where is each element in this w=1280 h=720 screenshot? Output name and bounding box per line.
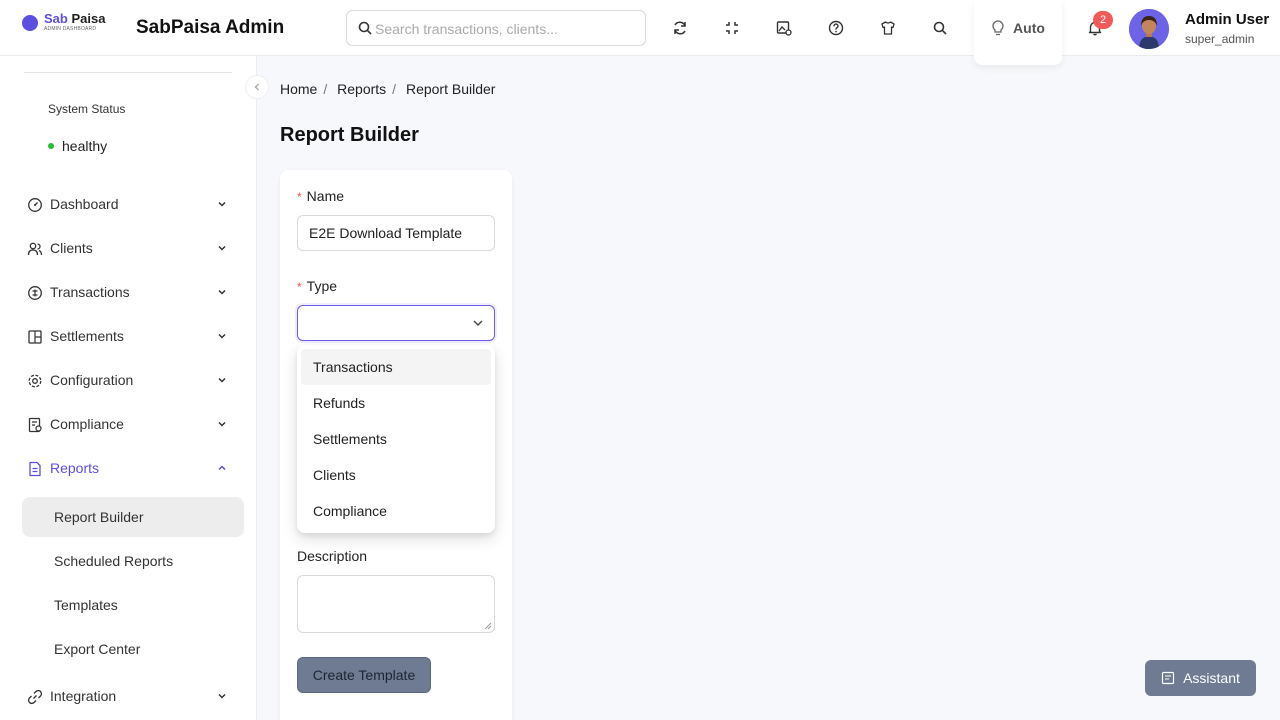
fullscreen-icon[interactable] [722,18,742,38]
type-option-refunds[interactable]: Refunds [301,385,491,421]
chevron-down-icon [218,333,226,339]
chevron-down-icon [218,245,226,251]
sidebar-subitem-report-builder[interactable]: Report Builder [22,497,244,537]
chevron-down-icon [218,693,226,699]
type-option-transactions[interactable]: Transactions [301,349,491,385]
shirt-icon[interactable] [878,18,898,38]
app-title: SabPaisa Admin [136,17,285,38]
transactions-icon [28,286,42,300]
sidebar-subitem-scheduled-reports[interactable]: Scheduled Reports [22,541,244,581]
breadcrumb-reports[interactable]: Reports [337,81,386,97]
user-role: super_admin [1185,32,1255,46]
gear-icon [28,374,42,388]
chevron-up-icon [218,465,226,471]
page-title: Report Builder [280,124,419,146]
type-option-clients[interactable]: Clients [301,457,491,493]
search-icon [358,21,372,35]
chevron-left-icon [254,83,259,91]
logo[interactable]: Sab Paisa ADMIN DASHBOARD [22,12,105,32]
sidebar-subitem-export-center[interactable]: Export Center [22,629,244,669]
chevron-down-icon [218,421,226,427]
image-settings-icon[interactable] [774,18,794,38]
system-status-value: healthy [62,138,108,154]
robot-icon [1161,671,1175,685]
sidebar-subitem-label: Scheduled Reports [54,553,174,569]
type-label-text: Type [306,278,338,294]
name-field[interactable]: E2E Download Template [297,215,495,251]
logo-text-sab: Sab [44,11,68,26]
sidebar-item-integration[interactable]: Integration [24,677,234,717]
type-option-settlements[interactable]: Settlements [301,421,491,457]
name-label: * Name [297,188,344,204]
logo-mark-icon [22,15,38,31]
sidebar-item-configuration[interactable]: Configuration [24,361,234,401]
chevron-down-icon [473,320,483,326]
user-name: Admin User [1185,11,1270,28]
sidebar-item-clients[interactable]: Clients [24,229,234,269]
sidebar-item-label: Settlements [50,328,124,344]
type-option-compliance[interactable]: Compliance [301,493,491,529]
breadcrumb-home[interactable]: Home [280,81,317,97]
sidebar-item-dashboard[interactable]: Dashboard [24,185,234,225]
type-select[interactable] [297,305,495,341]
sidebar-item-label: Integration [50,688,117,704]
assistant-label: Assistant [1183,670,1240,686]
description-field[interactable] [297,575,495,633]
chevron-down-icon [218,201,226,207]
refresh-icon[interactable] [670,18,690,38]
avatar[interactable] [1129,9,1169,49]
sidebar-item-label: Dashboard [50,196,119,212]
breadcrumb-separator: / [392,81,397,97]
sidebar-divider [24,72,232,73]
status-dot [48,143,54,149]
bulb-icon [992,19,1004,35]
create-template-button[interactable]: Create Template [297,657,431,693]
sidebar-subitem-templates[interactable]: Templates [22,585,244,625]
top-header: Sab Paisa ADMIN DASHBOARD SabPaisa Admin… [0,0,1280,65]
global-search[interactable] [346,10,646,46]
type-label: * Type [297,278,337,294]
chevron-down-icon [218,377,226,383]
sidebar-item-label: Transactions [50,284,130,300]
theme-label: Auto [1013,19,1045,36]
report-icon [29,461,41,477]
sidebar-subitem-label: Report Builder [54,509,144,525]
required-marker: * [297,190,302,204]
logo-subtitle: ADMIN DASHBOARD [44,26,97,32]
users-icon [27,242,43,256]
integration-icon [27,689,43,705]
breadcrumb-separator: / [323,81,328,97]
description-label: Description [297,548,368,564]
sidebar-item-label: Compliance [50,416,124,432]
compliance-icon [28,417,42,433]
chevron-down-icon [218,289,226,295]
search-icon[interactable] [930,18,950,38]
name-label-text: Name [306,188,345,204]
sidebar-item-settlements[interactable]: Settlements [24,317,234,357]
settlements-icon [28,330,42,344]
sidebar-collapse-button[interactable] [245,75,269,99]
sidebar-subitem-label: Export Center [54,641,141,657]
sidebar-item-label: Configuration [50,372,134,388]
breadcrumb: Home / Reports / Report Builder [280,81,501,97]
sidebar-item-compliance[interactable]: Compliance [24,405,234,445]
breadcrumb-current: Report Builder [405,81,496,97]
help-icon[interactable] [826,18,846,38]
sidebar-subitem-label: Templates [54,597,118,613]
required-marker: * [297,280,302,294]
sidebar: System Status healthy Dashboard Clients … [0,56,257,720]
system-status-label: System Status [48,102,126,116]
logo-text-paisa: Paisa [71,11,106,26]
sidebar-item-label: Reports [50,460,100,476]
sidebar-item-reports[interactable]: Reports [24,449,234,489]
sidebar-item-transactions[interactable]: Transactions [24,273,234,313]
notification-badge: 2 [1093,11,1113,29]
resize-handle-icon[interactable] [484,622,492,630]
type-dropdown-menu: Transactions Refunds Settlements Clients… [297,345,495,533]
assistant-button[interactable]: Assistant [1145,660,1256,696]
sidebar-item-label: Clients [50,240,93,256]
dashboard-icon [28,198,42,212]
theme-toggle[interactable]: Auto [974,0,1062,65]
search-input[interactable] [375,19,635,39]
